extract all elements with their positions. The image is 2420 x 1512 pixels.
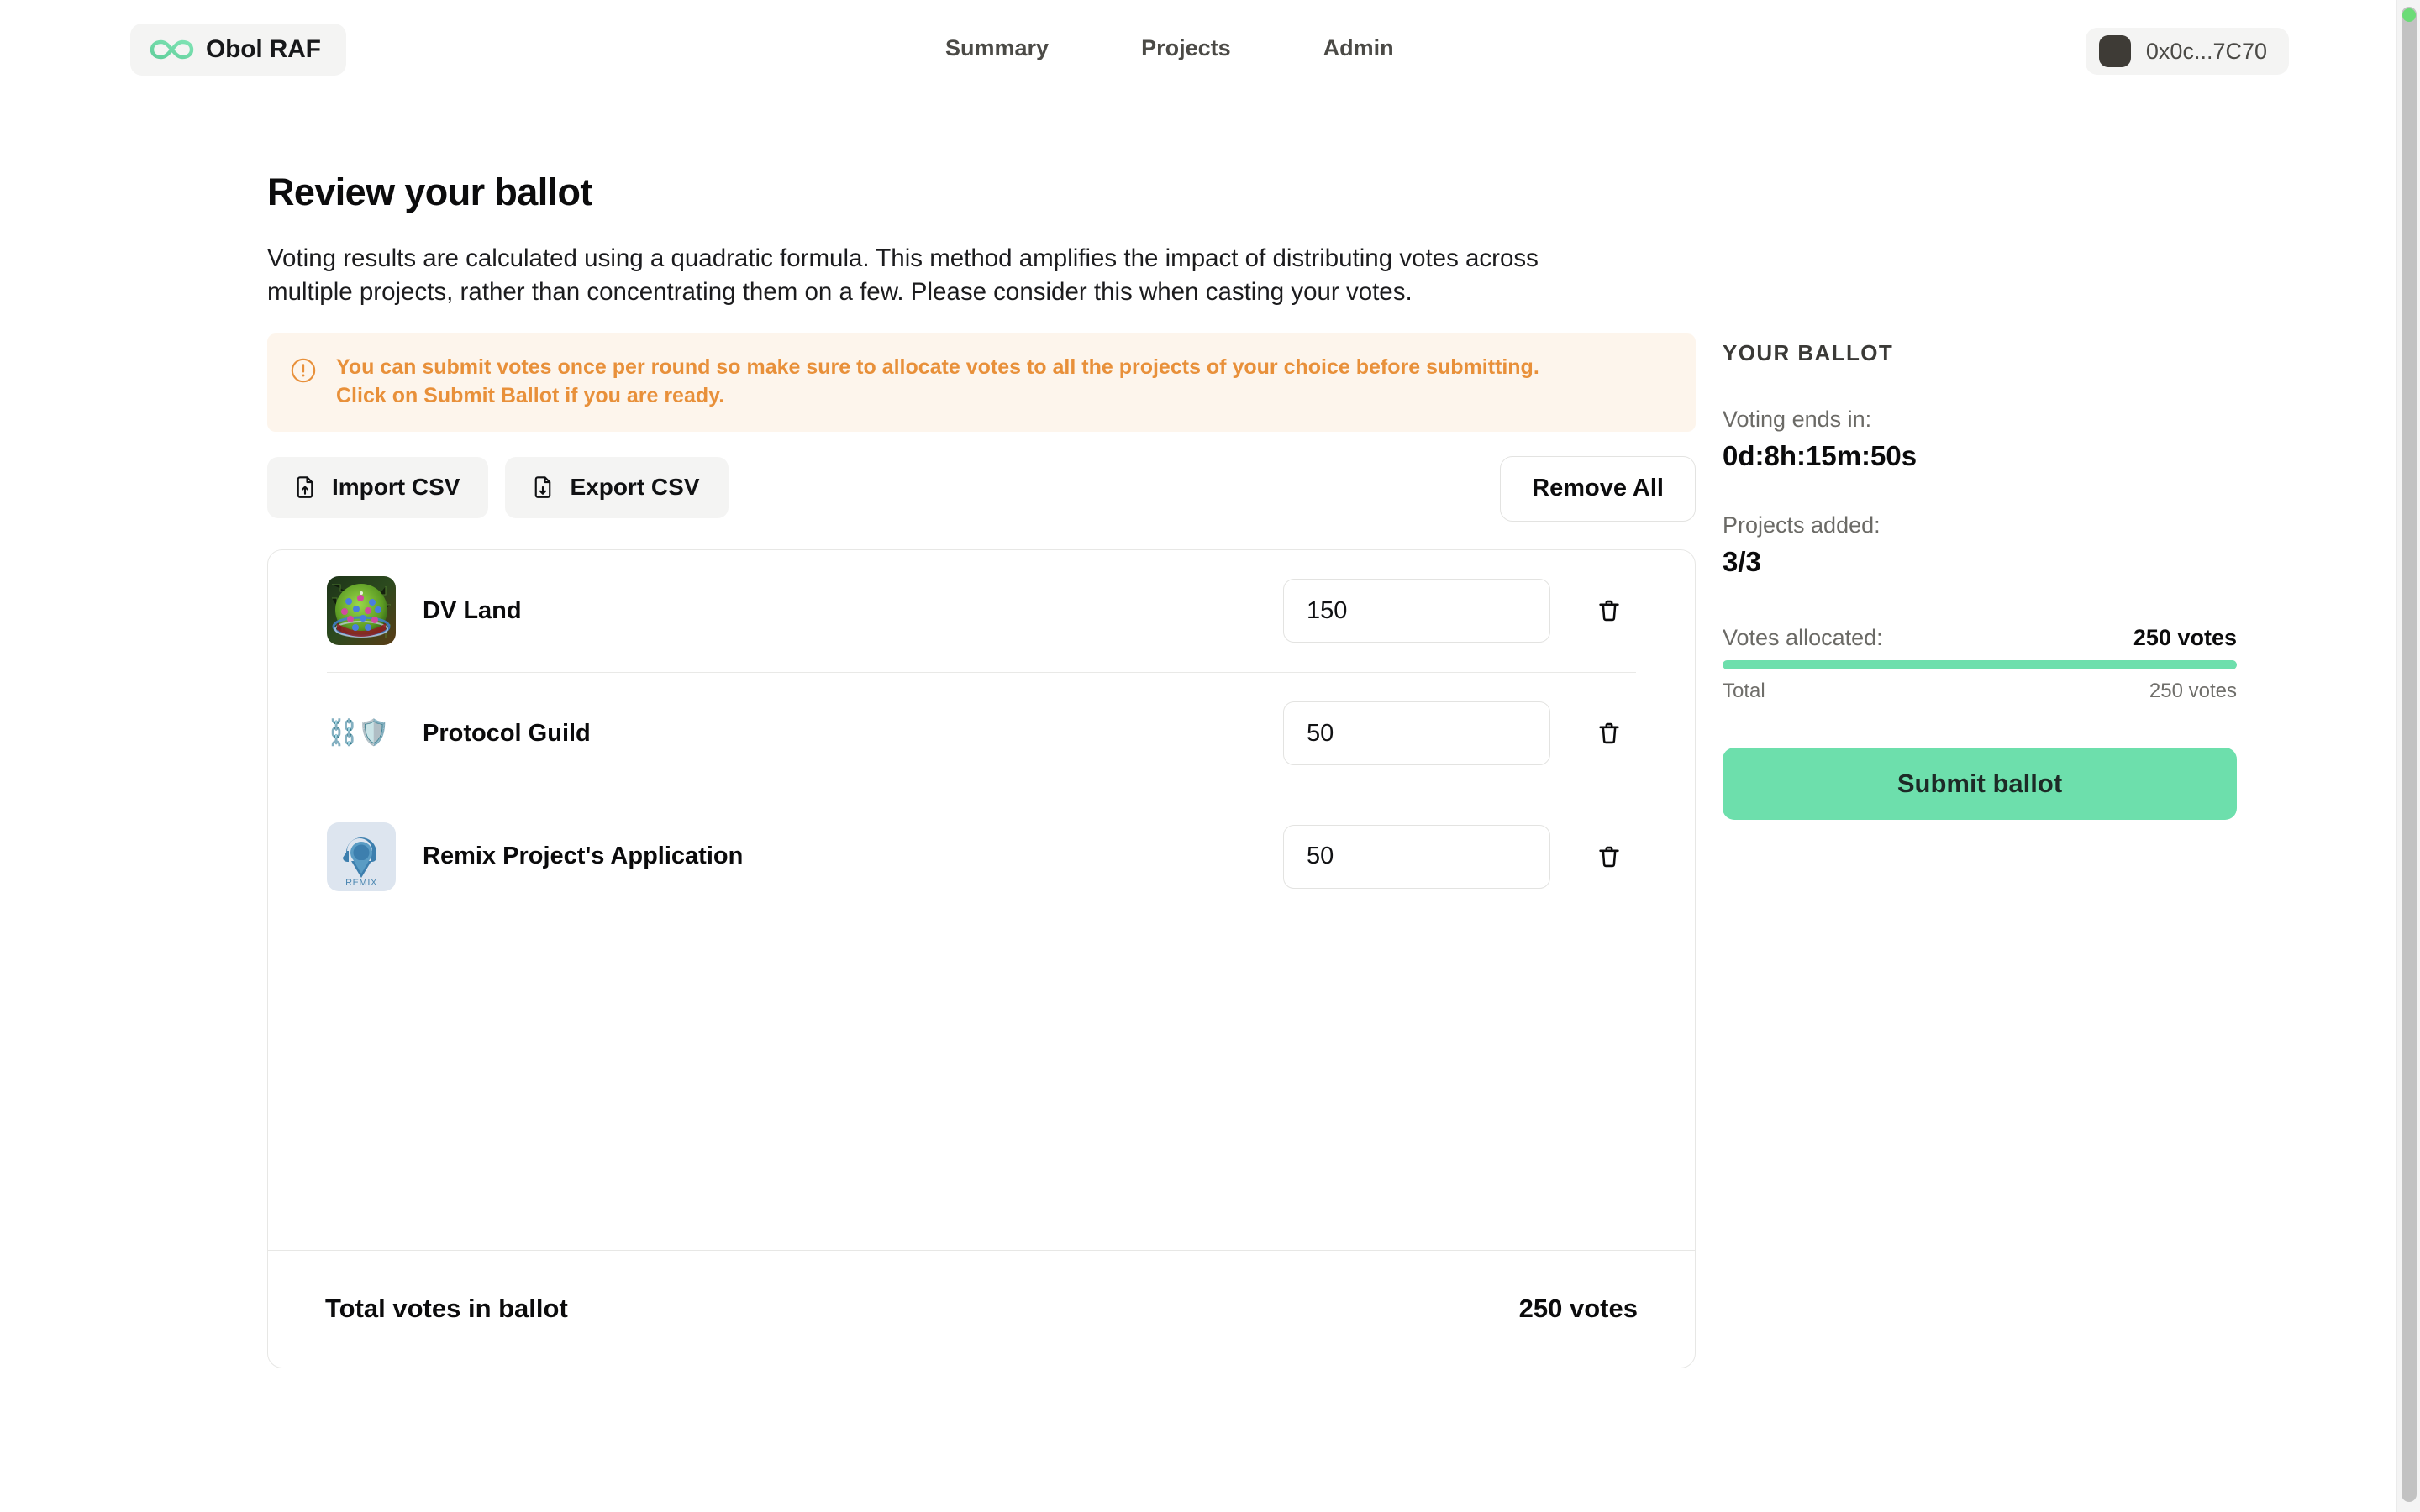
scrollbar-status-dot bbox=[2402, 8, 2416, 22]
total-row: Total 250 votes bbox=[1723, 680, 2237, 703]
table-row: ⛓️🛡️ Protocol Guild bbox=[327, 673, 1636, 795]
trash-icon bbox=[1596, 597, 1623, 624]
voting-countdown: 0d:8h:15m:50s bbox=[1723, 440, 2237, 472]
import-csv-button[interactable]: Import CSV bbox=[267, 457, 488, 518]
remove-all-button[interactable]: Remove All bbox=[1500, 456, 1696, 522]
nav-item-admin[interactable]: Admin bbox=[1323, 35, 1394, 61]
row-project-info: REMIX Remix Project's Application bbox=[327, 822, 1283, 891]
csv-button-group: Import CSV Export CSV bbox=[267, 457, 729, 518]
voting-ends-label: Voting ends in: bbox=[1723, 407, 2237, 433]
ballot-card: DV Land ⛓️🛡️ Protocol Gui bbox=[267, 549, 1696, 1368]
app-viewport: Obol RAF Summary Projects Admin 0x0c...7… bbox=[0, 0, 2396, 1512]
remix-logo-thumbnail: REMIX bbox=[327, 822, 396, 891]
alert-circle-icon bbox=[289, 356, 318, 385]
remove-project-button[interactable] bbox=[1582, 584, 1636, 638]
vote-input[interactable] bbox=[1283, 701, 1550, 765]
scrollbar-thumb[interactable] bbox=[2402, 7, 2417, 1502]
warning-message: You can submit votes once per round so m… bbox=[336, 353, 1571, 411]
project-name: DV Land bbox=[423, 597, 522, 625]
main-column: Review your ballot Voting results are ca… bbox=[267, 171, 1696, 1368]
protocol-guild-emoji: ⛓️🛡️ bbox=[327, 721, 396, 746]
row-project-info: ⛓️🛡️ Protocol Guild bbox=[327, 720, 1283, 748]
project-name: Remix Project's Application bbox=[423, 843, 743, 870]
ballot-sidebar: YOUR BALLOT Voting ends in: 0d:8h:15m:50… bbox=[1723, 171, 2237, 820]
table-row: DV Land bbox=[327, 550, 1636, 673]
brand-logo-button[interactable]: Obol RAF bbox=[130, 24, 346, 76]
app-header: Obol RAF Summary Projects Admin 0x0c...7… bbox=[0, 0, 2396, 99]
total-votes-value: 250 votes bbox=[1519, 1294, 1638, 1324]
file-download-icon bbox=[530, 475, 555, 500]
trash-icon bbox=[1596, 720, 1623, 747]
warning-banner: You can submit votes once per round so m… bbox=[267, 333, 1696, 432]
nav-item-projects[interactable]: Projects bbox=[1141, 35, 1231, 61]
page-scrollbar[interactable] bbox=[2396, 0, 2420, 1512]
remove-project-button[interactable] bbox=[1582, 706, 1636, 760]
intro-paragraph: Voting results are calculated using a qu… bbox=[267, 242, 1586, 310]
wallet-address: 0x0c...7C70 bbox=[2146, 39, 2267, 65]
votes-allocated-label: Votes allocated: bbox=[1723, 625, 1883, 651]
nav-item-summary[interactable]: Summary bbox=[945, 35, 1049, 61]
import-csv-label: Import CSV bbox=[332, 474, 460, 501]
votes-progress-bar bbox=[1723, 660, 2237, 669]
table-row: REMIX Remix Project's Application bbox=[327, 795, 1636, 918]
votes-allocated-row: Votes allocated: 250 votes bbox=[1723, 625, 2237, 651]
projects-added-label: Projects added: bbox=[1723, 512, 2237, 538]
votes-allocated-value: 250 votes bbox=[2133, 625, 2237, 651]
wallet-button[interactable]: 0x0c...7C70 bbox=[2086, 28, 2289, 75]
row-project-info: DV Land bbox=[327, 576, 1283, 645]
main-navigation: Summary Projects Admin bbox=[945, 35, 1394, 61]
total-votes-label: Total votes in ballot bbox=[325, 1294, 568, 1324]
export-csv-label: Export CSV bbox=[570, 474, 699, 501]
votes-progress-fill bbox=[1723, 660, 2237, 669]
export-csv-button[interactable]: Export CSV bbox=[505, 457, 728, 518]
projects-added-value: 3/3 bbox=[1723, 546, 2237, 578]
dv-land-thumbnail bbox=[327, 576, 396, 645]
obol-infinity-icon bbox=[149, 35, 194, 64]
brand-name: Obol RAF bbox=[206, 35, 321, 64]
vote-input[interactable] bbox=[1283, 579, 1550, 643]
vote-input[interactable] bbox=[1283, 825, 1550, 889]
ballot-card-footer: Total votes in ballot 250 votes bbox=[268, 1250, 1695, 1368]
project-name: Protocol Guild bbox=[423, 720, 591, 748]
page-title: Review your ballot bbox=[267, 171, 1696, 214]
remove-project-button[interactable] bbox=[1582, 830, 1636, 884]
page-layout: Review your ballot Voting results are ca… bbox=[0, 171, 2396, 1368]
avatar bbox=[2099, 35, 2131, 67]
ballot-rows: DV Land ⛓️🛡️ Protocol Gui bbox=[268, 550, 1695, 1250]
sidebar-title: YOUR BALLOT bbox=[1723, 340, 2237, 366]
ballot-toolbar: Import CSV Export CSV Remove All bbox=[267, 457, 1696, 526]
total-value: 250 votes bbox=[2149, 680, 2237, 703]
total-label: Total bbox=[1723, 680, 1765, 703]
file-upload-icon bbox=[292, 475, 318, 500]
svg-text:REMIX: REMIX bbox=[345, 878, 377, 888]
submit-ballot-button[interactable]: Submit ballot bbox=[1723, 748, 2237, 820]
trash-icon bbox=[1596, 843, 1623, 870]
